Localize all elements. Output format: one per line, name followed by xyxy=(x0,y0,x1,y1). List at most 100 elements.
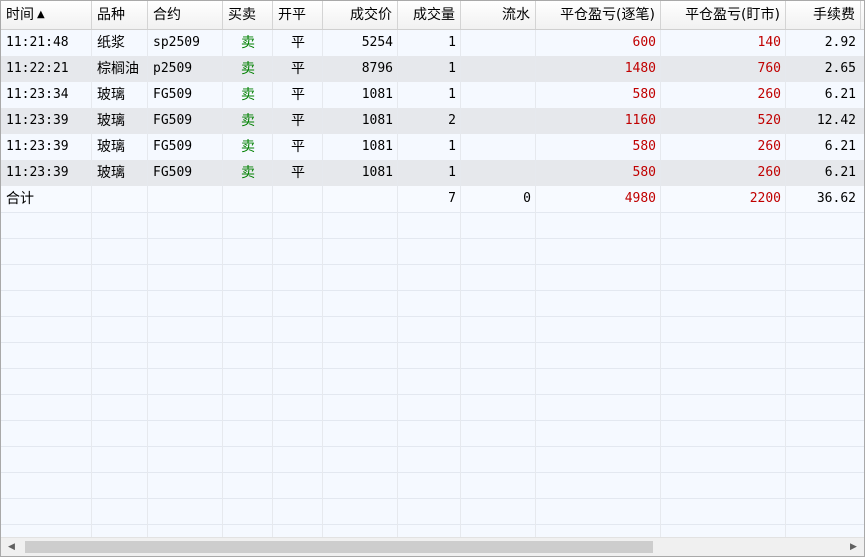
col-header-contract[interactable]: 合约 xyxy=(148,1,223,29)
cell-openclose: 平 xyxy=(291,113,305,129)
col-header-openclose[interactable]: 开平 xyxy=(273,1,323,29)
col-header-fee[interactable]: 手续费 xyxy=(786,1,861,29)
column-divider xyxy=(222,30,223,538)
cell-fee: 6.21 xyxy=(824,139,856,154)
cell-pnl-trade: 580 xyxy=(632,87,656,102)
total-pnl-mtm: 2200 xyxy=(749,191,781,206)
sort-ascending-icon: ▲ xyxy=(37,9,45,20)
col-header-variety[interactable]: 品种 xyxy=(92,1,148,29)
cell-time: 11:23:39 xyxy=(6,113,69,128)
col-header-price[interactable]: 成交价 xyxy=(323,1,398,29)
cell-pnl-trade: 600 xyxy=(632,35,656,50)
cell-pnl-mtm: 260 xyxy=(757,165,781,180)
cell-side: 卖 xyxy=(241,61,255,77)
cell-flow xyxy=(461,82,536,108)
table-row[interactable]: 11:22:21 棕榈油 p2509 卖 平 8796 1 1480 760 2… xyxy=(1,56,864,82)
cell-contract: FG509 xyxy=(153,139,193,154)
col-header-flow[interactable]: 流水 xyxy=(461,1,536,29)
cell-price: 5254 xyxy=(361,35,393,50)
table-row[interactable]: 11:23:39 玻璃 FG509 卖 平 1081 2 1160 520 12… xyxy=(1,108,864,134)
scroll-left-icon[interactable]: ◀ xyxy=(3,538,20,556)
cell-time: 11:23:39 xyxy=(6,139,69,154)
cell-openclose: 平 xyxy=(291,139,305,155)
cell-volume: 2 xyxy=(448,113,456,128)
col-header-volume[interactable]: 成交量 xyxy=(398,1,461,29)
column-divider xyxy=(460,30,461,538)
cell-volume: 1 xyxy=(448,87,456,102)
cell-flow xyxy=(461,134,536,160)
cell-variety: 玻璃 xyxy=(97,139,125,155)
table-row[interactable]: 11:21:48 纸浆 sp2509 卖 平 5254 1 600 140 2.… xyxy=(1,30,864,56)
table-row[interactable]: 11:23:34 玻璃 FG509 卖 平 1081 1 580 260 6.2… xyxy=(1,82,864,108)
table-row[interactable]: 11:23:39 玻璃 FG509 卖 平 1081 1 580 260 6.2… xyxy=(1,134,864,160)
grid-header: 时间 ▲ 品种 合约 买卖 开平 成交价 成交量 流水 平仓盈亏(逐笔) 平仓盈亏… xyxy=(1,1,864,30)
cell-variety: 玻璃 xyxy=(97,165,125,181)
cell-time: 11:22:21 xyxy=(6,61,69,76)
cell-variety: 纸浆 xyxy=(97,35,125,51)
cell-flow xyxy=(461,30,536,56)
cell-price: 1081 xyxy=(361,113,393,128)
cell-openclose: 平 xyxy=(291,61,305,77)
scrollbar-thumb[interactable] xyxy=(25,541,653,553)
cell-side: 卖 xyxy=(241,139,255,155)
cell-time: 11:21:48 xyxy=(6,35,69,50)
cell-fee: 6.21 xyxy=(824,87,856,102)
cell-price: 1081 xyxy=(361,139,393,154)
cell-pnl-mtm: 520 xyxy=(757,113,781,128)
cell-pnl-trade: 580 xyxy=(632,139,656,154)
cell-price: 1081 xyxy=(361,165,393,180)
cell-flow xyxy=(461,108,536,134)
cell-variety: 棕榈油 xyxy=(97,61,139,77)
cell-volume: 1 xyxy=(448,35,456,50)
cell-contract: sp2509 xyxy=(153,35,200,50)
cell-contract: FG509 xyxy=(153,165,193,180)
col-header-pnl-trade[interactable]: 平仓盈亏(逐笔) xyxy=(536,1,661,29)
col-header-side[interactable]: 买卖 xyxy=(223,1,273,29)
cell-pnl-trade: 1480 xyxy=(624,61,656,76)
total-pnl-trade: 4980 xyxy=(624,191,656,206)
column-divider xyxy=(272,30,273,538)
cell-flow xyxy=(461,56,536,82)
col-header-time[interactable]: 时间 ▲ xyxy=(1,1,92,29)
total-row[interactable]: 合计 7 0 4980 2200 36.62 xyxy=(1,186,864,212)
horizontal-scrollbar[interactable]: ◀ ▶ xyxy=(1,537,864,556)
cell-price: 8796 xyxy=(361,61,393,76)
cell-fee: 2.65 xyxy=(824,61,856,76)
column-divider xyxy=(322,30,323,538)
cell-fee: 12.42 xyxy=(816,113,856,128)
cell-openclose: 平 xyxy=(291,35,305,51)
cell-variety: 玻璃 xyxy=(97,113,125,129)
cell-side: 卖 xyxy=(241,35,255,51)
total-flow: 0 xyxy=(523,191,531,206)
cell-pnl-mtm: 760 xyxy=(757,61,781,76)
cell-openclose: 平 xyxy=(291,165,305,181)
col-header-pnl-mtm[interactable]: 平仓盈亏(盯市) xyxy=(661,1,786,29)
cell-time: 11:23:39 xyxy=(6,165,69,180)
table-row[interactable]: 11:23:39 玻璃 FG509 卖 平 1081 1 580 260 6.2… xyxy=(1,160,864,186)
total-fee: 36.62 xyxy=(816,191,856,206)
cell-contract: p2509 xyxy=(153,61,193,76)
scroll-right-icon[interactable]: ▶ xyxy=(845,538,862,556)
cell-pnl-mtm: 260 xyxy=(757,87,781,102)
trade-records-grid: 时间 ▲ 品种 合约 买卖 开平 成交价 成交量 流水 平仓盈亏(逐笔) 平仓盈亏… xyxy=(0,0,865,557)
cell-openclose: 平 xyxy=(291,87,305,103)
column-divider xyxy=(660,30,661,538)
column-divider xyxy=(91,30,92,538)
cell-side: 卖 xyxy=(241,87,255,103)
cell-time: 11:23:34 xyxy=(6,87,69,102)
cell-variety: 玻璃 xyxy=(97,87,125,103)
cell-pnl-mtm: 140 xyxy=(757,35,781,50)
cell-contract: FG509 xyxy=(153,87,193,102)
cell-fee: 6.21 xyxy=(824,165,856,180)
cell-pnl-trade: 1160 xyxy=(624,113,656,128)
column-divider xyxy=(397,30,398,538)
cell-volume: 1 xyxy=(448,139,456,154)
column-divider xyxy=(785,30,786,538)
cell-side: 卖 xyxy=(241,113,255,129)
col-header-time-label: 时间 xyxy=(6,7,34,23)
grid-body: 11:21:48 纸浆 sp2509 卖 平 5254 1 600 140 2.… xyxy=(1,30,864,538)
cell-pnl-trade: 580 xyxy=(632,165,656,180)
column-divider xyxy=(535,30,536,538)
total-label: 合计 xyxy=(6,191,34,207)
cell-price: 1081 xyxy=(361,87,393,102)
